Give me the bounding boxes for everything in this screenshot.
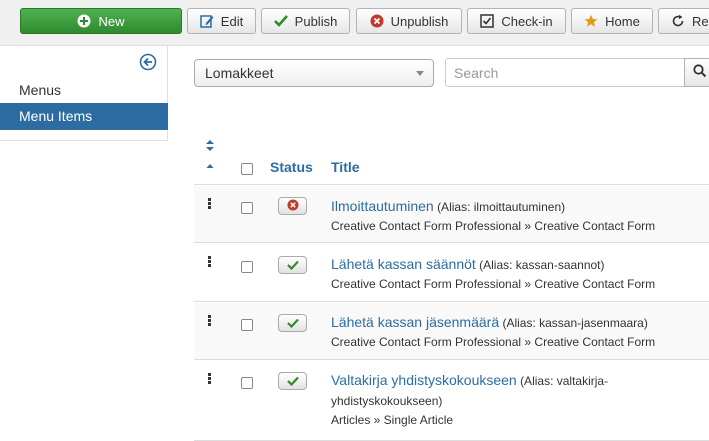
table-row: Ilmoittautuminen (Alias: ilmoittautumine…	[194, 186, 709, 243]
arrow-left-circle-icon[interactable]	[139, 53, 157, 71]
publish-button-label: Publish	[294, 13, 338, 29]
row-title-line: Lähetä kassan jäsenmäärä (Alias: kassan-…	[331, 312, 661, 333]
home-button-label: Home	[605, 13, 640, 29]
rebuild-button[interactable]: Rebuild	[658, 8, 709, 34]
edit-icon	[200, 14, 214, 28]
item-alias: (Alias: kassan-saannot)	[479, 258, 605, 272]
sort-icon[interactable]	[205, 139, 215, 172]
checkmark-icon	[273, 15, 288, 27]
search-button[interactable]	[684, 58, 709, 87]
status-toggle[interactable]	[278, 372, 307, 390]
sidebar-item-label: Menu Items	[19, 108, 93, 124]
item-title-link[interactable]: Lähetä kassan säännöt	[331, 256, 476, 272]
item-type: Creative Contact Form Professional » Cre…	[331, 219, 656, 233]
item-type: Articles » Single Article	[331, 413, 454, 427]
checkmark-icon	[286, 316, 299, 331]
checkin-button[interactable]: Check-in	[467, 8, 566, 34]
item-type: Creative Contact Form Professional » Cre…	[331, 335, 656, 349]
new-button[interactable]: New	[20, 8, 182, 34]
row-title-line: Lähetä kassan säännöt (Alias: kassan-saa…	[331, 254, 661, 275]
search-icon	[693, 64, 707, 81]
sidebar: Menus Menu Items	[0, 46, 168, 141]
checkbox-icon	[480, 14, 495, 28]
row-checkbox[interactable]	[241, 261, 253, 273]
item-title-link[interactable]: Ilmoittautuminen	[331, 198, 434, 214]
edit-button[interactable]: Edit	[187, 8, 256, 34]
drag-handle-icon[interactable]	[208, 198, 212, 210]
table-header: Status Title	[194, 130, 709, 185]
title-column-header[interactable]: Title	[331, 159, 360, 175]
search-input[interactable]	[445, 58, 685, 87]
unpublish-button[interactable]: Unpublish	[356, 8, 462, 34]
checkmark-icon	[286, 374, 299, 389]
x-circle-icon	[287, 199, 299, 214]
status-toggle[interactable]	[278, 314, 307, 332]
new-button-label: New	[98, 13, 125, 29]
sidebar-item-menus[interactable]: Menus	[0, 77, 168, 104]
refresh-icon	[671, 14, 685, 28]
item-alias: (Alias: ilmoittautuminen)	[437, 200, 566, 214]
checkmark-icon	[286, 258, 299, 273]
home-button[interactable]: Home	[571, 8, 653, 34]
row-checkbox[interactable]	[241, 377, 253, 389]
status-column-header[interactable]: Status	[270, 159, 313, 175]
drag-handle-icon[interactable]	[208, 373, 212, 385]
item-type: Creative Contact Form Professional » Cre…	[331, 277, 656, 291]
item-title-link[interactable]: Lähetä kassan jäsenmäärä	[331, 314, 499, 330]
table-row: Valtakirja yhdistyskokoukseen (Alias: va…	[194, 361, 709, 441]
table-row: Lähetä kassan säännöt (Alias: kassan-saa…	[194, 244, 709, 302]
row-checkbox[interactable]	[241, 202, 253, 214]
x-circle-icon	[370, 14, 384, 28]
menu-select-value: Lomakkeet	[205, 65, 274, 81]
status-toggle[interactable]	[278, 197, 307, 215]
sidebar-item-menu-items[interactable]: Menu Items	[0, 103, 168, 130]
checkin-button-label: Check-in	[501, 13, 553, 29]
star-icon	[584, 14, 598, 28]
item-title-link[interactable]: Valtakirja yhdistyskokoukseen	[331, 372, 517, 388]
row-checkbox[interactable]	[241, 319, 253, 331]
row-title-line: Valtakirja yhdistyskokoukseen (Alias: va…	[331, 370, 621, 411]
drag-handle-icon[interactable]	[208, 315, 212, 327]
item-alias: (Alias: kassan-jasenmaara)	[502, 316, 648, 330]
menu-select[interactable]: Lomakkeet	[194, 59, 434, 87]
chevron-down-icon	[416, 71, 424, 76]
edit-button-label: Edit	[220, 13, 244, 29]
toolbar: New Edit Publish Unpublish Check-in Home	[0, 0, 709, 46]
plus-circle-icon	[77, 14, 91, 28]
unpublish-button-label: Unpublish	[390, 13, 449, 29]
status-toggle[interactable]	[278, 256, 307, 274]
row-title-line: Ilmoittautuminen (Alias: ilmoittautumine…	[331, 196, 661, 217]
select-all-checkbox[interactable]	[241, 163, 253, 175]
sidebar-item-label: Menus	[19, 82, 62, 98]
drag-handle-icon[interactable]	[208, 256, 212, 268]
publish-button[interactable]: Publish	[261, 8, 350, 34]
rebuild-button-label: Rebuild	[692, 13, 709, 29]
table-row: Lähetä kassan jäsenmäärä (Alias: kassan-…	[194, 303, 709, 360]
